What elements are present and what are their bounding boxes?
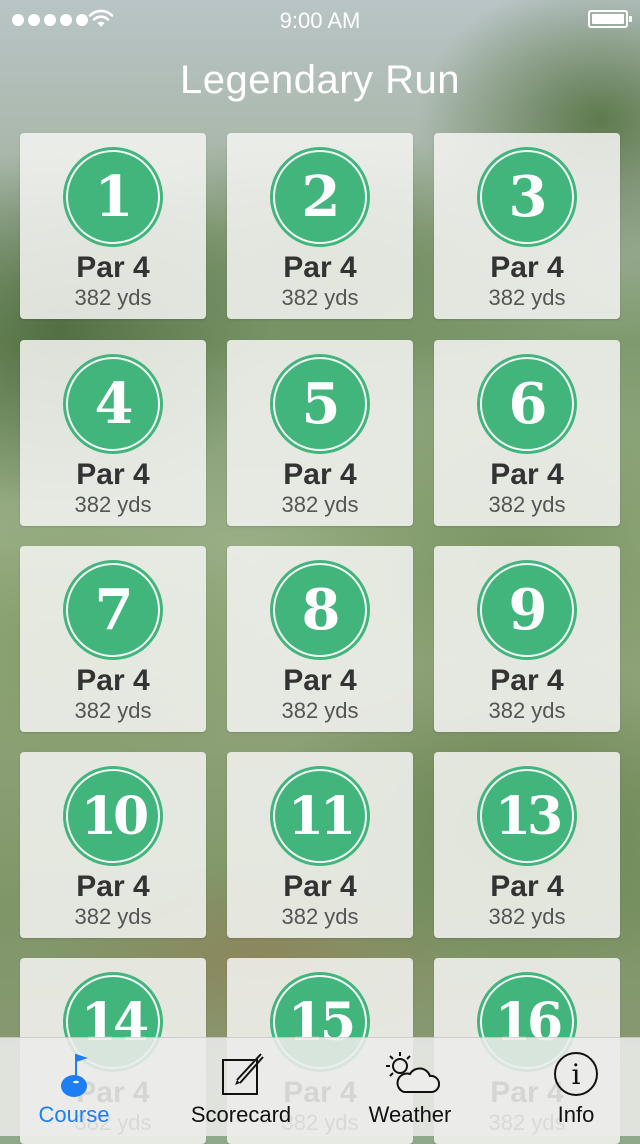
- hole-par: Par 4: [76, 458, 150, 491]
- hole-card[interactable]: 1 Par 4 382 yds: [20, 133, 206, 319]
- status-time: 9:00 AM: [279, 8, 361, 33]
- hole-par: Par 4: [490, 664, 564, 697]
- hole-par: Par 4: [76, 251, 150, 284]
- tab-course-label: Course: [38, 1102, 110, 1127]
- tab-weather-label: Weather: [368, 1102, 452, 1127]
- hole-number-badge: 7: [63, 560, 163, 660]
- tab-course[interactable]: Course: [0, 1038, 154, 1136]
- battery-icon: [588, 10, 632, 28]
- tab-info[interactable]: i Info: [496, 1038, 640, 1136]
- hole-yardage: 382 yds: [488, 904, 566, 929]
- hole-card[interactable]: 9 Par 4 382 yds: [434, 546, 620, 732]
- info-icon: i: [554, 1052, 598, 1096]
- hole-par: Par 4: [490, 458, 564, 491]
- hole-number-badge: 9: [477, 560, 577, 660]
- hole-yardage: 382 yds: [281, 698, 359, 723]
- tab-scorecard[interactable]: Scorecard: [161, 1038, 321, 1136]
- hole-card[interactable]: 8 Par 4 382 yds: [227, 546, 413, 732]
- hole-card[interactable]: 3 Par 4 382 yds: [434, 133, 620, 319]
- hole-yardage: 382 yds: [488, 492, 566, 517]
- golf-flag-icon: [61, 1054, 88, 1097]
- hole-number: 11: [287, 785, 356, 847]
- hole-card[interactable]: 4 Par 4 382 yds: [20, 340, 206, 526]
- hole-number: 2: [301, 164, 341, 230]
- hole-yardage: 382 yds: [74, 698, 152, 723]
- hole-number-badge: 3: [477, 147, 577, 247]
- hole-number-badge: 2: [270, 147, 370, 247]
- hole-card[interactable]: 7 Par 4 382 yds: [20, 546, 206, 732]
- hole-number: 6: [508, 371, 548, 437]
- hole-number: 10: [80, 785, 149, 847]
- hole-par: Par 4: [283, 251, 357, 284]
- hole-number-badge: 1: [63, 147, 163, 247]
- hole-number: 5: [301, 371, 341, 437]
- hole-yardage: 382 yds: [488, 698, 566, 723]
- svg-text:i: i: [572, 1058, 581, 1091]
- tab-bar: Course Scorecard Weather i Info: [0, 1037, 640, 1136]
- hole-card[interactable]: 10 Par 4 382 yds: [20, 752, 206, 938]
- tab-weather[interactable]: Weather: [330, 1038, 490, 1136]
- hole-number-badge: 6: [477, 354, 577, 454]
- hole-number-badge: 10: [63, 766, 163, 866]
- hole-par: Par 4: [490, 251, 564, 284]
- hole-yardage: 382 yds: [488, 285, 566, 310]
- hole-card[interactable]: 5 Par 4 382 yds: [227, 340, 413, 526]
- page-title: Legendary Run: [179, 58, 461, 102]
- hole-number: 13: [494, 785, 563, 847]
- hole-yardage: 382 yds: [74, 285, 152, 310]
- hole-number: 9: [508, 577, 548, 643]
- hole-par: Par 4: [283, 870, 357, 903]
- hole-yardage: 382 yds: [281, 492, 359, 517]
- hole-card[interactable]: 13 Par 4 382 yds: [434, 752, 620, 938]
- hole-yardage: 382 yds: [281, 904, 359, 929]
- hole-par: Par 4: [76, 664, 150, 697]
- hole-card[interactable]: 2 Par 4 382 yds: [227, 133, 413, 319]
- hole-card[interactable]: 11 Par 4 382 yds: [227, 752, 413, 938]
- weather-icon: [386, 1052, 441, 1093]
- hole-yardage: 382 yds: [281, 285, 359, 310]
- hole-par: Par 4: [490, 870, 564, 903]
- status-bar: 9:00 AM: [0, 0, 640, 40]
- tab-info-label: Info: [557, 1102, 595, 1127]
- hole-par: Par 4: [76, 870, 150, 903]
- hole-number-badge: 11: [270, 766, 370, 866]
- hole-par: Par 4: [283, 664, 357, 697]
- tab-scorecard-label: Scorecard: [190, 1102, 292, 1127]
- hole-yardage: 382 yds: [74, 492, 152, 517]
- hole-number-badge: 4: [63, 354, 163, 454]
- hole-number: 4: [94, 371, 134, 437]
- hole-number-badge: 13: [477, 766, 577, 866]
- hole-par: Par 4: [283, 458, 357, 491]
- edit-icon: [222, 1053, 264, 1095]
- hole-number: 3: [508, 164, 548, 230]
- hole-number-badge: 5: [270, 354, 370, 454]
- hole-number: 7: [94, 577, 134, 643]
- hole-yardage: 382 yds: [74, 904, 152, 929]
- hole-number-badge: 8: [270, 560, 370, 660]
- hole-card[interactable]: 6 Par 4 382 yds: [434, 340, 620, 526]
- hole-number: 8: [301, 577, 341, 643]
- hole-number: 1: [94, 164, 134, 230]
